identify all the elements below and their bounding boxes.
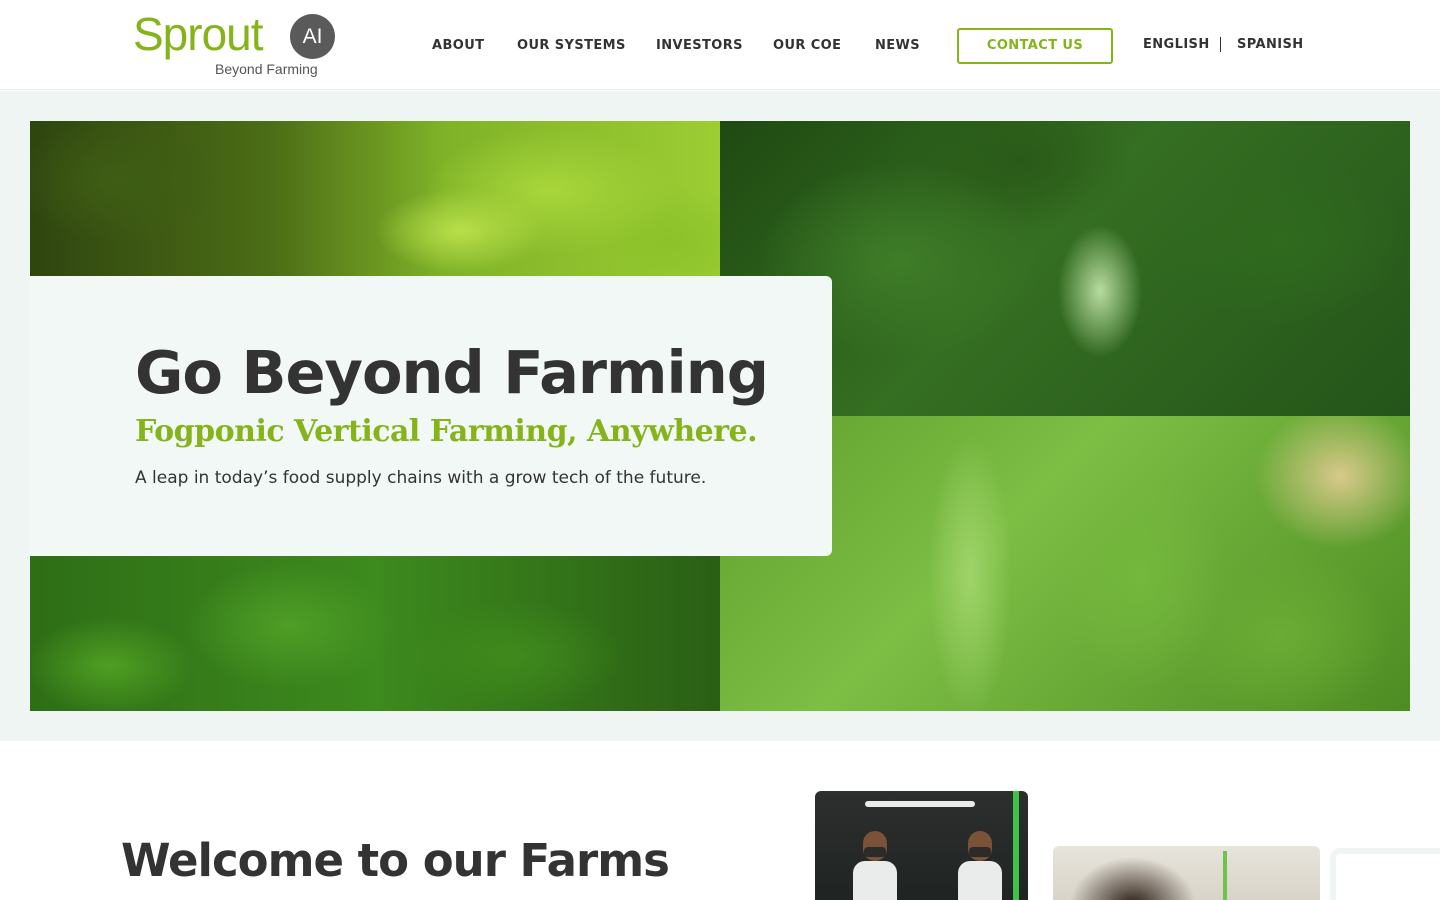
logo-wordmark: Sprout (133, 8, 264, 60)
decorative-card-edge (1330, 848, 1440, 900)
language-spanish-link[interactable]: SPANISH (1237, 37, 1304, 52)
hero-image-basil (30, 556, 720, 711)
site-header: Sprout AI Beyond Farming ABOUT OUR SYSTE… (0, 0, 1440, 90)
language-english-link[interactable]: ENGLISH (1143, 37, 1210, 52)
language-divider (1220, 37, 1221, 52)
scientist-figure (853, 831, 897, 900)
hero-description: A leap in today’s food supply chains wit… (135, 468, 707, 488)
logo-tagline: Beyond Farming (215, 61, 318, 77)
hero-title: Go Beyond Farming (135, 338, 769, 407)
farm-photo-grower (1053, 846, 1320, 900)
logo[interactable]: Sprout AI Beyond Farming (133, 8, 343, 83)
scientist-figure (958, 831, 1002, 900)
nav-item-about[interactable]: ABOUT (432, 38, 484, 53)
grow-light-bar (1013, 791, 1019, 900)
logo-ai-badge: AI (290, 14, 335, 59)
nav-item-investors[interactable]: INVESTORS (656, 38, 743, 53)
hero-text-card: Go Beyond Farming Fogponic Vertical Farm… (30, 276, 832, 556)
plant-stem (1223, 851, 1227, 900)
hero-image-lettuce (30, 121, 720, 276)
hero-section: Go Beyond Farming Fogponic Vertical Farm… (0, 91, 1440, 741)
welcome-title: Welcome to our Farms (121, 834, 670, 887)
farm-photo-scientists (815, 791, 1028, 900)
grow-lamp (865, 801, 975, 807)
hero-subtitle: Fogponic Vertical Farming, Anywhere. (135, 414, 758, 449)
nav-item-news[interactable]: NEWS (875, 38, 920, 53)
nav-item-our-coe[interactable]: OUR COE (773, 38, 841, 53)
contact-us-button[interactable]: CONTACT US (957, 28, 1113, 64)
nav-item-our-systems[interactable]: OUR SYSTEMS (517, 38, 626, 53)
